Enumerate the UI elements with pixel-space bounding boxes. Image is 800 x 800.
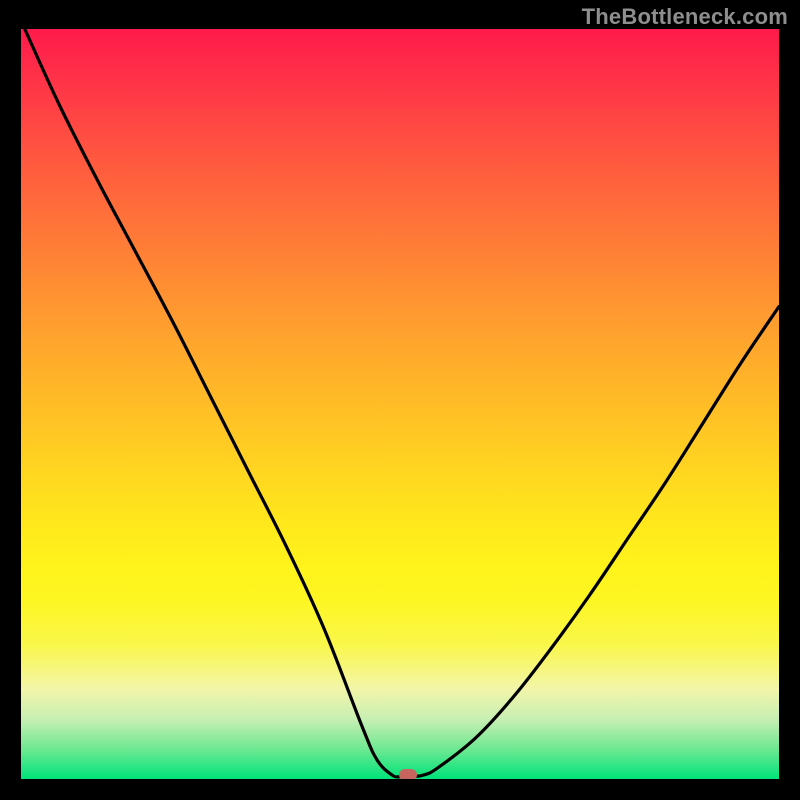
curve-svg: [21, 29, 779, 779]
chart-frame: TheBottleneck.com: [0, 0, 800, 800]
watermark-text: TheBottleneck.com: [582, 4, 788, 30]
bottleneck-curve: [25, 29, 779, 777]
optimal-marker: [399, 769, 417, 780]
plot-area: [21, 29, 779, 779]
